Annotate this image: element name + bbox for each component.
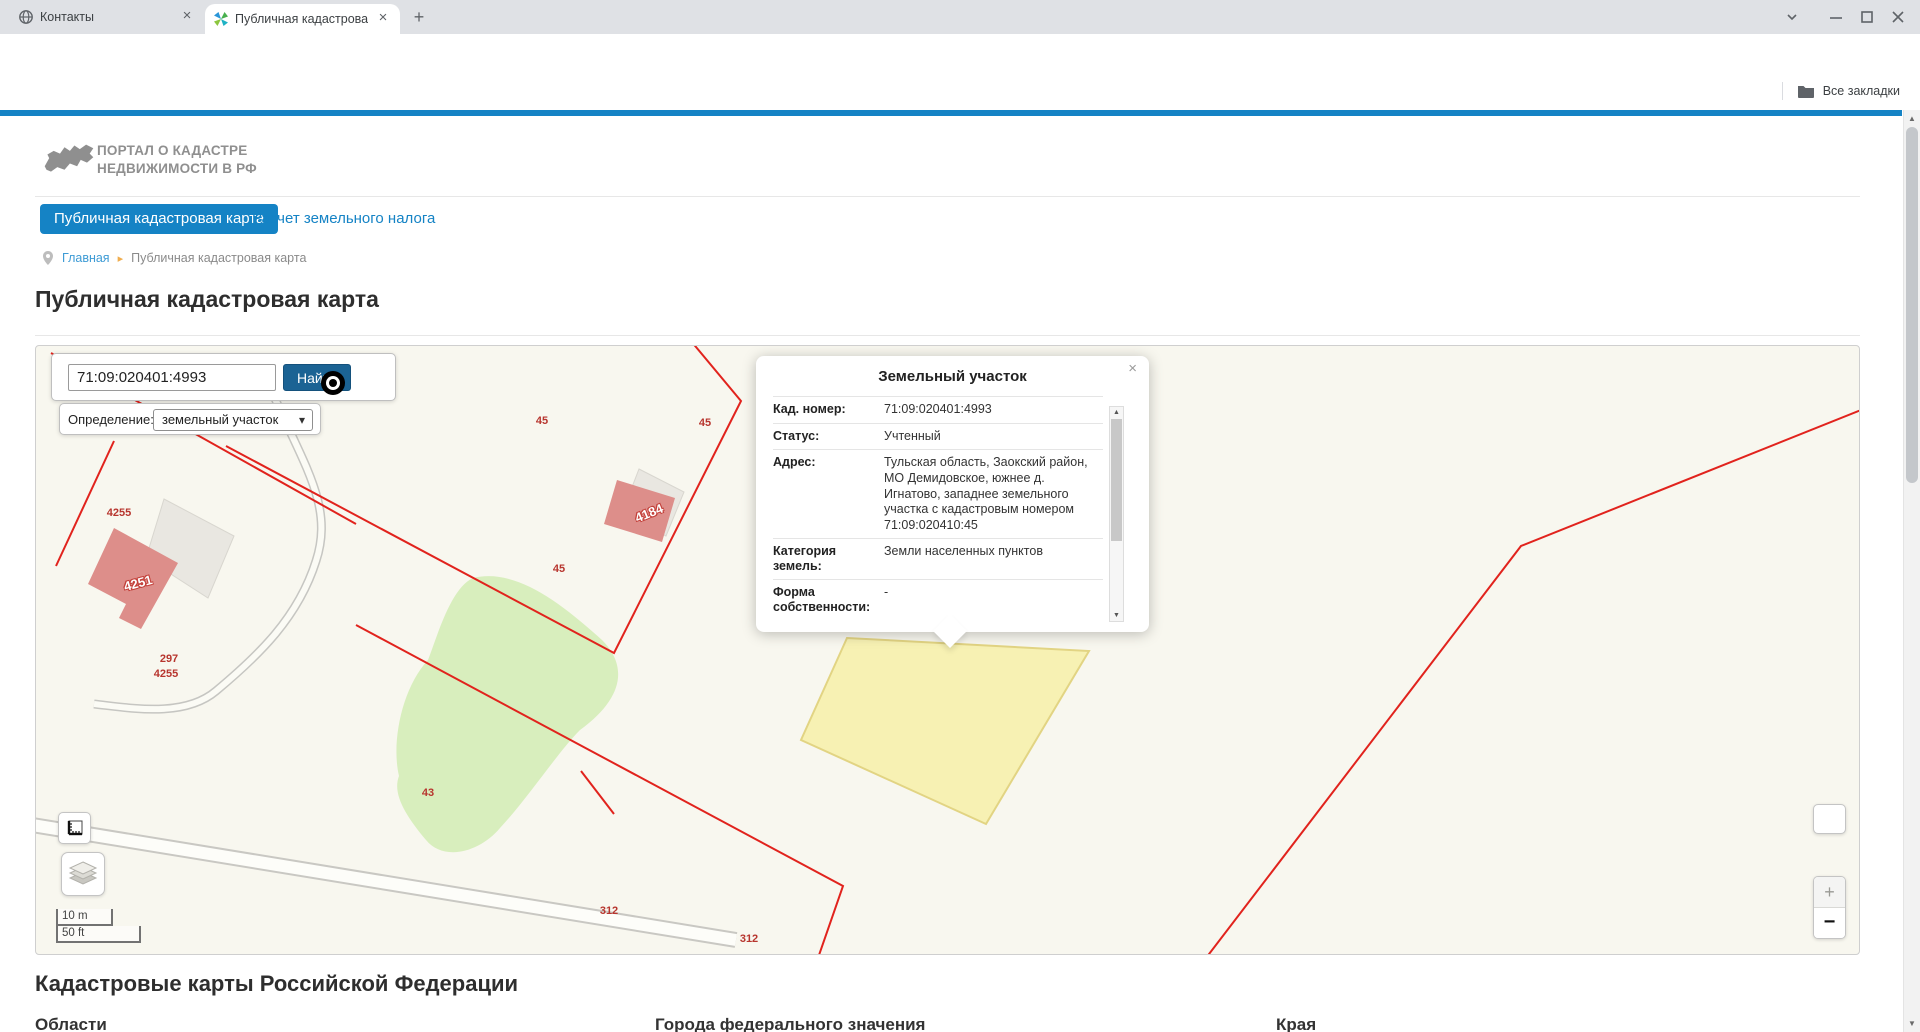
map-search-panel: Найти (51, 353, 396, 401)
fullscreen-button[interactable] (1813, 804, 1846, 834)
zoom-control: + − (1813, 876, 1846, 939)
tab-search-chevron-icon[interactable] (1780, 6, 1804, 28)
popup-info-label: Категория земель: (773, 544, 878, 574)
map-scale-control: 10 m 50 ft (56, 909, 141, 943)
all-bookmarks-button[interactable]: Все закладки (1782, 82, 1900, 100)
parcel-number-label: 312 (600, 905, 618, 917)
zoom-in-button[interactable]: + (1814, 877, 1845, 908)
popup-info-row: Форма собственности: - (773, 579, 1103, 618)
popup-info-row: Категория земель: Земли населенных пункт… (773, 538, 1103, 579)
parcel-number-label: 4255 (107, 507, 131, 519)
popup-close-icon[interactable]: × (1128, 362, 1137, 376)
definition-panel: Определение: земельный участок ▾ (59, 403, 321, 435)
popup-scrollbar-thumb[interactable] (1111, 419, 1122, 541)
window-close-button[interactable] (1886, 6, 1910, 28)
page-title: Публичная кадастровая карта (35, 286, 379, 313)
all-bookmarks-label: Все закладки (1823, 84, 1900, 98)
title-divider (35, 335, 1860, 336)
parcel-number-label: 312 (740, 933, 758, 945)
parcel-info-popup: Земельный участок × Кад. номер: 71:09:02… (756, 356, 1149, 632)
parcel-number-label: 45 (536, 415, 548, 427)
parcel-number-label: 43 (422, 787, 434, 799)
globe-icon (18, 9, 34, 25)
scale-imperial: 50 ft (56, 926, 141, 943)
tab-title: Контакты (40, 10, 172, 24)
map-canvas[interactable]: Найти Определение: земельный участок ▾ З… (35, 345, 1860, 955)
footer-column-oblasti: Области (35, 1015, 107, 1032)
measure-tool-button[interactable] (58, 812, 91, 844)
browser-tab-cadastre-map[interactable]: Публичная кадастровая ка × (205, 4, 400, 34)
site-logo-text: ПОРТАЛ О КАДАСТРЕ НЕДВИЖИМОСТИ В РФ (97, 142, 257, 178)
definition-select[interactable]: земельный участок ▾ (153, 409, 313, 431)
parcel-number-label: 45 (553, 563, 565, 575)
popup-info-value: Тульская область, Заокский район, МО Дем… (884, 455, 1096, 533)
page-content: ПОРТАЛ О КАДАСТРЕ НЕДВИЖИМОСТИ В РФ Публ… (0, 116, 1903, 1032)
popup-info-value: Учтенный (884, 429, 1096, 445)
definition-selected-value: земельный участок (162, 412, 278, 427)
popup-info-value: - (884, 585, 1096, 615)
footer-column-kraya: Края (1276, 1015, 1316, 1032)
popup-title: Земельный участок (756, 368, 1149, 385)
browser-tab-contacts[interactable]: Контакты × (10, 0, 204, 34)
nav-divider (35, 196, 1860, 197)
breadcrumb-current: Публичная кадастровая карта (131, 251, 306, 265)
browser-tabstrip: Контакты × Публичная кадастровая ка × + (0, 0, 1920, 34)
footer-section-title: Кадастровые карты Российской Федерации (35, 971, 518, 997)
scroll-up-icon[interactable]: ▲ (1904, 114, 1920, 123)
measure-ruler-icon (65, 818, 85, 838)
page-scrollbar[interactable]: ▲ ▼ (1903, 110, 1920, 1032)
popup-info-value: 71:09:020401:4993 (884, 402, 1096, 418)
parcel-number-label: 45 (699, 417, 711, 429)
popup-info-value: Земли населенных пунктов (884, 544, 1096, 574)
layers-icon (68, 860, 98, 888)
mouse-cursor (321, 371, 345, 395)
scroll-down-icon[interactable]: ▼ (1110, 612, 1123, 619)
popup-info-row: Адрес: Тульская область, Заокский район,… (773, 449, 1103, 538)
popup-info-row: Статус: Учтенный (773, 423, 1103, 450)
definition-label: Определение: (68, 412, 154, 427)
breadcrumb-home-link[interactable]: Главная (62, 251, 110, 265)
window-maximize-button[interactable] (1855, 6, 1879, 28)
parcel-number-label: 297 (160, 653, 178, 665)
popup-info-row: Кад. номер: 71:09:020401:4993 (773, 396, 1103, 423)
breadcrumb-arrow-icon: ▸ (118, 252, 124, 265)
tab-title: Публичная кадастровая ка (235, 12, 368, 26)
bookmarks-separator (1782, 82, 1783, 100)
scale-metric: 10 m (56, 909, 113, 926)
new-tab-button[interactable]: + (408, 7, 430, 29)
layers-button[interactable] (61, 852, 105, 896)
popup-table: Кад. номер: 71:09:020401:4993 Статус: Уч… (773, 396, 1103, 618)
popup-info-label: Кад. номер: (773, 402, 878, 418)
zoom-out-button[interactable]: − (1814, 908, 1845, 939)
popup-scrollbar[interactable]: ▲ ▼ (1109, 406, 1124, 622)
popup-info-label: Форма собственности: (773, 585, 878, 615)
map-pin-icon (42, 250, 54, 266)
tab-public-cadastre-map[interactable]: Публичная кадастровая карта (40, 204, 278, 234)
scroll-up-icon[interactable]: ▲ (1110, 409, 1123, 416)
breadcrumb: Главная ▸ Публичная кадастровая карта (42, 249, 306, 267)
window-minimize-button[interactable] (1824, 6, 1848, 28)
cadastre-search-input[interactable] (68, 364, 276, 391)
popup-info-label: Адрес: (773, 455, 878, 533)
scrollbar-thumb[interactable] (1906, 127, 1918, 483)
tab-close-icon[interactable]: × (374, 10, 392, 28)
bookmarks-bar: Все закладки (0, 74, 1920, 110)
tab-land-tax-calc[interactable]: Расчет земельного налога (252, 204, 435, 234)
tab-close-icon[interactable]: × (178, 8, 196, 26)
folder-icon (1797, 83, 1815, 99)
chevron-down-icon: ▾ (299, 410, 305, 430)
parcel-number-label: 4255 (154, 668, 178, 680)
footer-column-federal-cities: Города федерального значения (655, 1015, 925, 1032)
browser-toolbar: ik10map.roscadastres.com/map ⋮ (0, 34, 1920, 74)
popup-info-label: Статус: (773, 429, 878, 445)
scroll-down-icon[interactable]: ▼ (1904, 1019, 1920, 1028)
russia-map-logo-icon (42, 140, 96, 178)
site-favicon-pinwheel-icon (213, 11, 229, 27)
